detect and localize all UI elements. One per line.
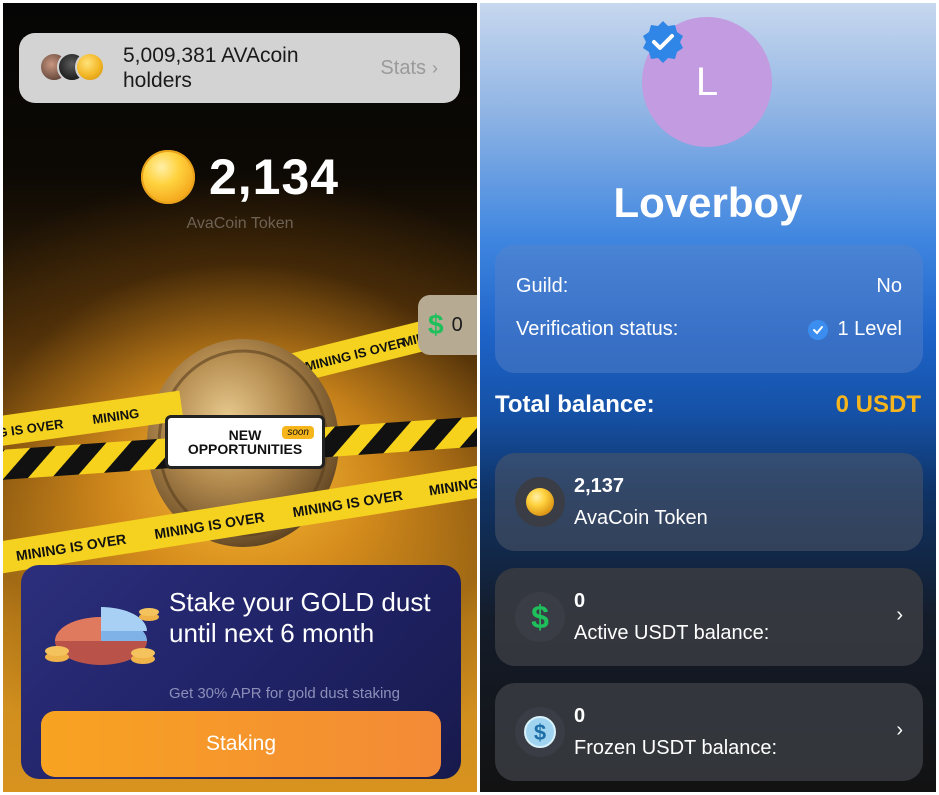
frozen-dollar-icon: $ [515,707,565,757]
balance-amount: 0 [574,705,586,727]
opportunity-line-2: OPPORTUNITIES [187,441,303,457]
total-balance-row: Total balance: 0 USDT [495,391,921,419]
frozen-usdt-balance-card[interactable]: $ 0 Frozen USDT balance: › [495,683,923,781]
profile-screen: L Loverboy Guild: No Verification status… [480,3,936,792]
guild-row: Guild: No [516,275,902,298]
guild-value-text: No [876,275,902,297]
verification-level: 1 Level [837,318,903,340]
balance-label: Active USDT balance: [574,622,770,644]
avacoin-balance-card[interactable]: 2,137 AvaCoin Token [495,453,923,551]
screenshot-root: 5,009,381 AVAcoin holders Stats › 2,134 … [0,0,939,795]
soon-badge: soon [282,426,314,439]
usdt-chip[interactable]: $ 0 [418,295,477,355]
opportunity-line-1: NEW [228,427,262,443]
verified-badge-icon [643,21,683,63]
balance-label: AvaCoin Token [574,507,708,529]
new-opportunities-sign: NEW OPPORTUNITIES soon [165,415,325,469]
staking-promo-card: Stake your GOLD dust until next 6 month … [21,565,461,779]
total-balance-value: 0 USDT [835,391,921,418]
svg-text:$: $ [531,600,549,634]
green-dollar-icon: $ [428,309,444,340]
stake-title: Stake your GOLD dust until next 6 month [169,587,431,648]
verification-row: Verification status: 1 Level [516,318,902,341]
guild-value: No [876,275,902,298]
guild-label: Guild: [516,275,569,297]
check-icon [807,319,828,340]
total-balance-label: Total balance: [495,391,655,418]
balance-label: Frozen USDT balance: [574,737,778,759]
balance-amount: 2,137 [574,475,625,497]
green-dollar-icon: $ [515,592,565,642]
usdt-chip-value: 0 [451,313,463,336]
balance-amount: 0 [574,590,586,612]
stake-subtitle: Get 30% APR for gold dust staking [169,685,400,702]
verification-value: 1 Level [807,318,903,341]
profile-info-card: Guild: No Verification status: 1 Level [495,245,923,373]
chevron-right-icon: › [896,719,903,741]
username: Loverboy [613,179,803,226]
gold-coin-icon [515,477,565,527]
staking-button[interactable]: Staking [41,711,441,777]
active-usdt-balance-card[interactable]: $ 0 Active USDT balance: › [495,568,923,666]
avatar-letter: L [695,59,719,104]
pie-chart-coins-icon [45,607,159,665]
chevron-right-icon: › [896,604,903,626]
mining-screen: 5,009,381 AVAcoin holders Stats › 2,134 … [3,3,477,792]
verification-label: Verification status: [516,318,679,340]
svg-text:$: $ [534,720,546,745]
